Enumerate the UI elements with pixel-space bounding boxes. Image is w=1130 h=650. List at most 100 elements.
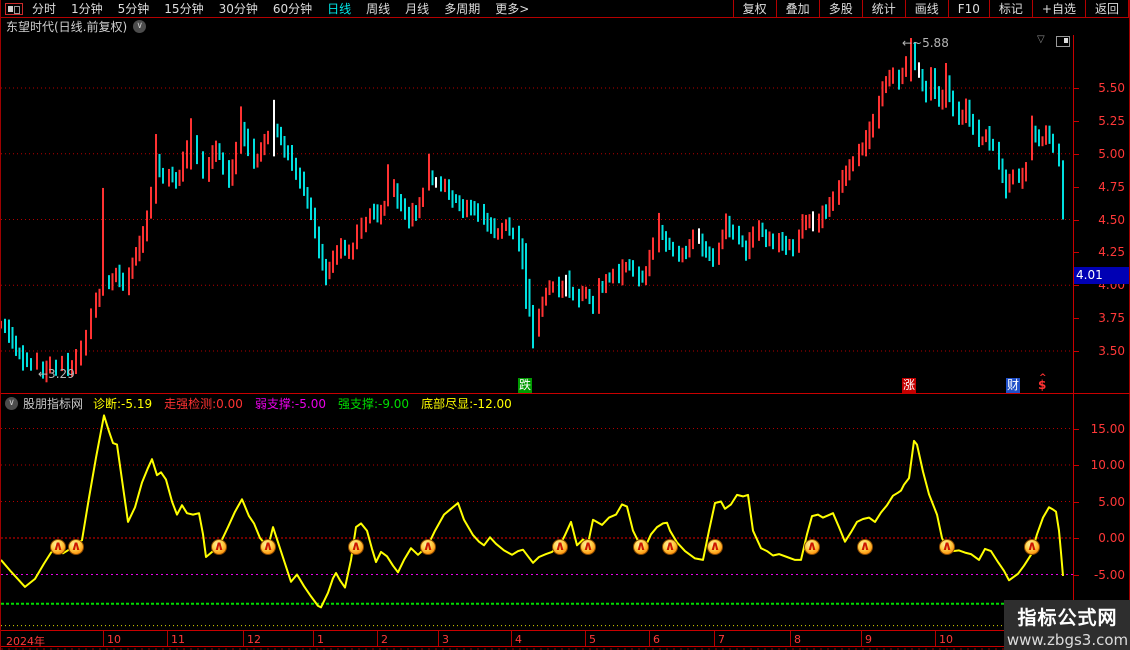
price-axis-label: 5.25 — [1098, 114, 1125, 128]
price-axis-label: 4.75 — [1098, 180, 1125, 194]
month-separator — [438, 631, 439, 646]
period-tab-5分钟[interactable]: 5分钟 — [118, 2, 150, 16]
date-axis[interactable]: 2024年10111212345678910 — [1, 630, 1130, 647]
date-label: 1 — [317, 633, 324, 646]
axis-tick — [1074, 318, 1079, 319]
up-chevron-glyph: ∧ — [805, 539, 819, 554]
indicator-name[interactable]: 股朋指标网 — [23, 395, 83, 412]
layout-split-icon[interactable] — [5, 3, 23, 15]
axis-tick — [1074, 351, 1079, 352]
buy-signal-coin-icon[interactable]: ∧ — [633, 539, 649, 555]
buy-signal-coin-icon[interactable]: ∧ — [348, 539, 364, 555]
indicator-field: 弱支撑:-5.00 — [255, 397, 326, 411]
month-separator — [790, 631, 791, 646]
high-annotation: ←~5.88 — [902, 36, 949, 50]
period-tab-15分钟[interactable]: 15分钟 — [164, 2, 203, 16]
buy-signal-coin-icon[interactable]: ∧ — [804, 539, 820, 555]
date-label: 3 — [442, 633, 449, 646]
buy-signal-coin-icon[interactable]: ∧ — [211, 539, 227, 555]
indicator-chevron-down-icon[interactable]: ∨ — [5, 397, 18, 410]
last-price-tag: 4.01 — [1074, 267, 1129, 284]
buy-signal-coin-icon[interactable]: ∧ — [707, 539, 723, 555]
buy-signal-coin-icon[interactable]: ∧ — [857, 539, 873, 555]
date-label: 2 — [381, 633, 388, 646]
price-axis-label: 5.00 — [1098, 147, 1125, 161]
watermark-title: 指标公式网 — [1004, 603, 1130, 630]
date-label: 8 — [794, 633, 801, 646]
indicator-field: 强支撑:-9.00 — [338, 397, 409, 411]
up-chevron-glyph: ∧ — [349, 539, 363, 554]
trading-app-window: 分时 1分钟 5分钟 15分钟 30分钟 60分钟 日线 周线 月线 多周期 更多> 复权叠加多股统… — [0, 0, 1130, 650]
period-tab-分时[interactable]: 分时 — [32, 2, 56, 16]
axis-tick — [1074, 220, 1079, 221]
axis-tick — [1074, 154, 1079, 155]
axis-tick — [1074, 429, 1079, 430]
month-separator — [511, 631, 512, 646]
month-separator — [243, 631, 244, 646]
watermark-url: www.zbgs3.com — [1004, 631, 1130, 649]
month-separator — [167, 631, 168, 646]
buy-signal-coin-icon[interactable]: ∧ — [1024, 539, 1040, 555]
period-toolbar: 分时 1分钟 5分钟 15分钟 30分钟 60分钟 日线 周线 月线 多周期 更多> 复权叠加多股统… — [1, 0, 1129, 18]
date-label: 2024年 — [6, 633, 45, 649]
stock-title: 东望时代(日线.前复权) — [6, 18, 127, 35]
up-chevron-glyph: ∧ — [1025, 539, 1039, 554]
indicator-values: 诊断:-5.19走强检测:0.00弱支撑:-5.00强支撑:-9.00底部尽显:… — [93, 395, 524, 412]
price-axis: 5.505.255.004.754.504.254.003.753.50 — [1073, 35, 1130, 393]
buy-signal-coin-icon[interactable]: ∧ — [662, 539, 678, 555]
up-chevron-glyph: ∧ — [553, 539, 567, 554]
buy-signal-coin-icon[interactable]: ∧ — [50, 539, 66, 555]
axis-tick — [1074, 88, 1079, 89]
toolbar-button-标记[interactable]: 标记 — [989, 0, 1032, 17]
buy-signal-coin-icon[interactable]: ∧ — [939, 539, 955, 555]
period-tab-周线[interactable]: 周线 — [366, 2, 390, 16]
up-chevron-glyph: ∧ — [940, 539, 954, 554]
date-label: 12 — [247, 633, 261, 646]
period-tab-更多>[interactable]: 更多> — [495, 2, 529, 16]
toolbar-button-+自选[interactable]: +自选 — [1032, 0, 1085, 17]
buy-signal-coin-icon[interactable]: ∧ — [580, 539, 596, 555]
toolbar-button-画线[interactable]: 画线 — [905, 0, 948, 17]
down-signal-badge: 跌 — [518, 378, 532, 393]
month-separator — [714, 631, 715, 646]
toolbar-button-叠加[interactable]: 叠加 — [776, 0, 819, 17]
toolbar-button-返回[interactable]: 返回 — [1085, 0, 1129, 17]
toolbar-button-多股[interactable]: 多股 — [819, 0, 862, 17]
indicator-axis-label: 0.00 — [1098, 531, 1125, 545]
toolbar-button-统计[interactable]: 统计 — [862, 0, 905, 17]
buy-signal-coin-icon[interactable]: ∧ — [552, 539, 568, 555]
date-label: 5 — [589, 633, 596, 646]
period-tab-月线[interactable]: 月线 — [405, 2, 429, 16]
indicator-chart[interactable] — [1, 394, 1073, 630]
indicator-axis-label: 10.00 — [1091, 458, 1125, 472]
indicator-field: 走强检测:0.00 — [164, 397, 243, 411]
month-separator — [935, 631, 936, 646]
axis-tick — [1074, 285, 1079, 286]
date-label: 4 — [515, 633, 522, 646]
indicator-header: ∨ 股朋指标网 诊断:-5.19走强检测:0.00弱支撑:-5.00强支撑:-9… — [5, 396, 524, 411]
buy-signal-coin-icon[interactable]: ∧ — [260, 539, 276, 555]
period-tab-60分钟[interactable]: 60分钟 — [273, 2, 312, 16]
axis-tick — [1074, 187, 1079, 188]
date-label: 10 — [107, 633, 121, 646]
buy-signal-coin-icon[interactable]: ∧ — [420, 539, 436, 555]
period-tab-30分钟[interactable]: 30分钟 — [219, 2, 258, 16]
axis-tick — [1074, 575, 1079, 576]
up-chevron-glyph: ∧ — [634, 539, 648, 554]
month-separator — [649, 631, 650, 646]
candlestick-chart[interactable] — [1, 35, 1073, 393]
buy-signal-coin-icon[interactable]: ∧ — [68, 539, 84, 555]
period-tab-日线[interactable]: 日线 — [327, 2, 351, 16]
title-chevron-down-icon[interactable]: ∨ — [133, 20, 146, 33]
indicator-field: 底部尽显:-12.00 — [421, 397, 512, 411]
dollar-signal-icon: $^ — [1037, 378, 1047, 393]
up-chevron-glyph: ∧ — [663, 539, 677, 554]
period-tab-多周期[interactable]: 多周期 — [444, 2, 480, 16]
up-chevron-glyph: ∧ — [581, 539, 595, 554]
period-tabs: 分时 1分钟 5分钟 15分钟 30分钟 60分钟 日线 周线 月线 多周期 更多> — [32, 0, 544, 17]
toolbar-button-复权[interactable]: 复权 — [733, 0, 776, 17]
watermark-box: 指标公式网 www.zbgs3.com — [1004, 600, 1130, 650]
axis-tick — [1074, 121, 1079, 122]
period-tab-1分钟[interactable]: 1分钟 — [71, 2, 103, 16]
toolbar-button-F10[interactable]: F10 — [948, 0, 989, 17]
